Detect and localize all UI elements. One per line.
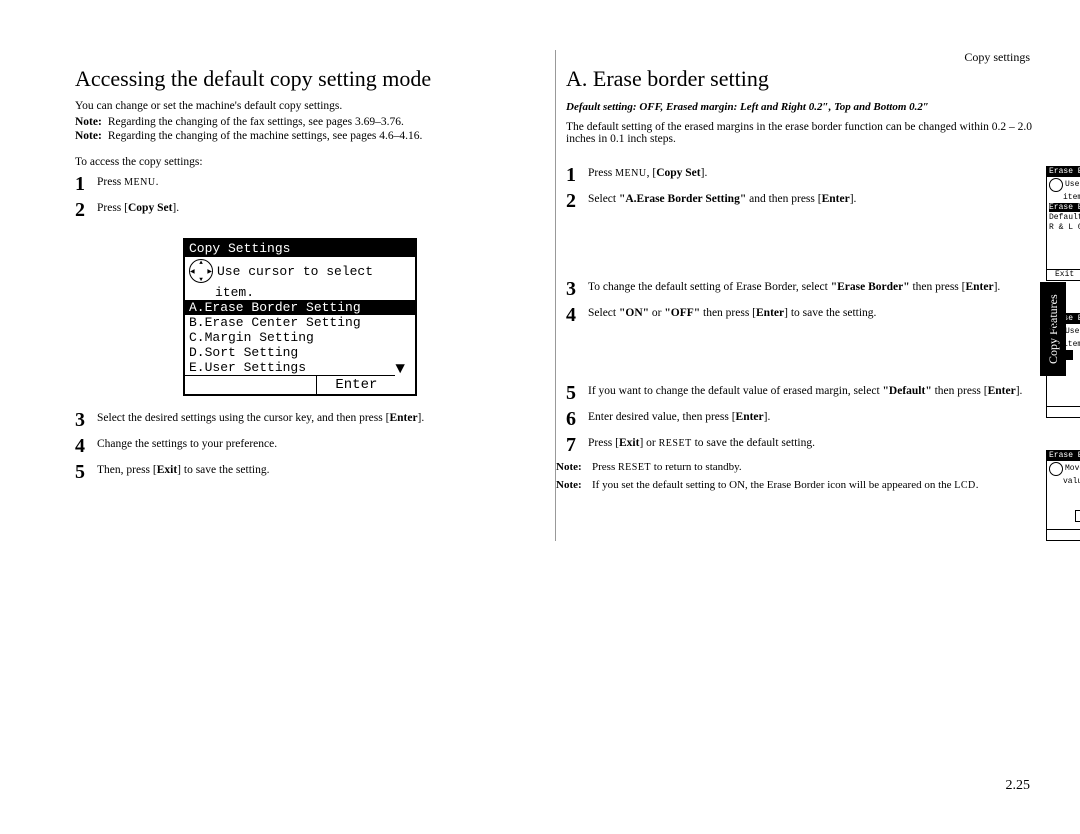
left-intro: You can change or set the machine's defa… xyxy=(75,100,525,112)
lcd1-c1: Use cursor to select xyxy=(1065,180,1080,190)
lcd-title: Copy Settings xyxy=(185,240,415,257)
lcd1-c2: item. xyxy=(1047,193,1080,203)
cursor-icon xyxy=(1049,462,1063,476)
lcd-item-a: A.Erase Border Setting xyxy=(185,300,415,315)
lcd1-row-default-rl: R & L 0.2" xyxy=(1047,223,1080,233)
left-title: Accessing the default copy setting mode xyxy=(75,66,525,92)
lcd1-row-default-tb: Default : T & B 0.2" xyxy=(1047,213,1080,223)
lcd-erase-border-main: Erase Border Setting Use cursor to selec… xyxy=(1046,166,1080,281)
lcd1-exit-button: Exit xyxy=(1047,270,1080,280)
left-note-1: Note:Regarding the changing of the fax s… xyxy=(75,116,525,128)
left-step-5: 5Then, press [Exit] to save the setting. xyxy=(75,462,525,482)
lcd-cursor-text-1: Use cursor to select xyxy=(217,264,373,279)
lcd1-row-eraseborder: Erase Border:OFF xyxy=(1047,203,1080,213)
left-sub-intro: To access the copy settings: xyxy=(75,156,525,168)
lcd-erase-border-value: Erase Border Setting Move cursor and ent… xyxy=(1046,450,1080,541)
lcd2-c1: Use cursor to select xyxy=(1065,327,1080,337)
cursor-icon: ◀▶ xyxy=(189,259,213,283)
lcd3-c1: Move cursor and enter xyxy=(1065,464,1080,474)
lcd-cursor-text-2: item. xyxy=(185,285,415,300)
left-column: Accessing the default copy setting mode … xyxy=(75,50,545,541)
lcd-item-b: B.Erase Center Setting xyxy=(185,315,415,330)
lcd3-rl-label: R&L xyxy=(1075,500,1080,510)
left-step-4: 4Change the settings to your preference. xyxy=(75,436,525,456)
lcd1-title: Erase Border Setting xyxy=(1047,167,1080,177)
lcd-item-d: D.Sort Setting xyxy=(185,345,415,360)
left-step-1: 1Press MENU. xyxy=(75,174,525,194)
left-note-2: Note:Regarding the changing of the machi… xyxy=(75,130,525,142)
lcd-item-e: E.User Settings▼ xyxy=(185,360,415,375)
default-setting-line: Default setting: OFF, Erased margin: Lef… xyxy=(566,100,1036,115)
cursor-icon xyxy=(1049,325,1063,339)
right-step-4: 4Select "ON" or "OFF" then press [Enter]… xyxy=(566,305,1036,325)
right-step-6: 6Enter desired value, then press [Enter]… xyxy=(566,409,1036,429)
left-step-2: 2Press [Copy Set]. xyxy=(75,200,525,220)
right-step-3: 3To change the default setting of Erase … xyxy=(566,279,1036,299)
lcd-enter-button: Enter xyxy=(316,376,395,394)
lcd3-document-graphic: R&L 0.2" T&B 0.2" xyxy=(1047,497,1080,525)
right-step-1: 1Press MENU, [Copy Set]. xyxy=(566,165,1036,185)
right-step-5: 5If you want to change the default value… xyxy=(566,383,1036,403)
spacer xyxy=(1047,530,1063,540)
lcd3-title: Erase Border Setting xyxy=(1047,451,1080,461)
lcd3-rl-value: 0.2" xyxy=(1075,510,1080,522)
lcd3-document-label: Document xyxy=(1047,487,1080,497)
right-intro: The default setting of the erased margin… xyxy=(566,121,1036,145)
lcd-item-c: C.Margin Setting xyxy=(185,330,415,345)
down-arrow-icon: ▼ xyxy=(395,360,405,378)
manual-page: Copy settings Copy Features Accessing th… xyxy=(0,0,1080,834)
right-note-1: Note:Press RESET to return to standby. xyxy=(556,461,1036,473)
lcd3-c2: value. (0.2-2.0) xyxy=(1047,477,1080,487)
cursor-icon xyxy=(1049,178,1063,192)
right-note-2: Note:If you set the default setting to O… xyxy=(556,479,1036,491)
right-title: A. Erase border setting xyxy=(566,66,1036,92)
right-step-2: 2Select "A.Erase Border Setting" and the… xyxy=(566,191,1036,211)
lcd-copy-settings: Copy Settings ◀▶ Use cursor to select it… xyxy=(183,238,417,396)
right-column-text: A. Erase border setting Default setting:… xyxy=(566,50,1036,541)
page-number: 2.25 xyxy=(1006,778,1031,794)
header-section-label: Copy settings xyxy=(964,50,1030,65)
left-step-3: 3Select the desired settings using the c… xyxy=(75,410,525,430)
right-step-7: 7Press [Exit] or RESET to save the defau… xyxy=(566,435,1036,455)
